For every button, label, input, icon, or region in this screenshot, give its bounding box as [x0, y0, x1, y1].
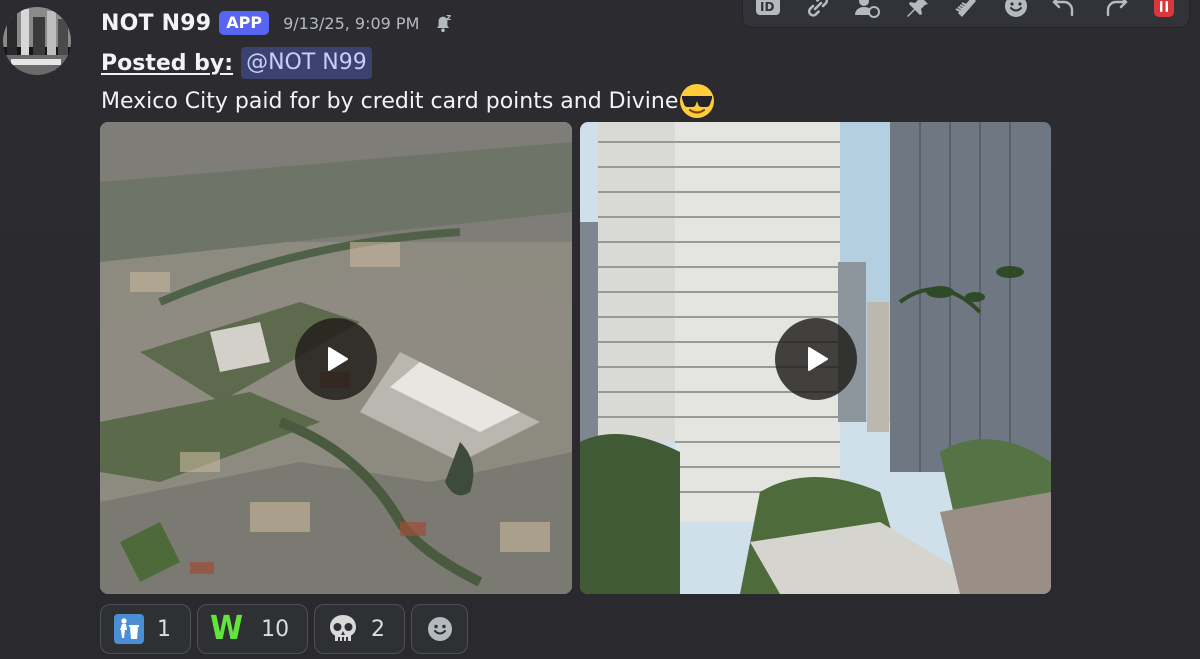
username[interactable]: NOT N99	[101, 11, 211, 36]
user-mention[interactable]: @NOT N99	[241, 47, 372, 79]
reaction-count: 10	[261, 616, 290, 642]
play-button[interactable]	[774, 318, 857, 400]
video-attachment-towers[interactable]	[580, 122, 1051, 594]
avatar-image	[3, 7, 71, 75]
add-reaction-icon	[427, 617, 452, 641]
skull-icon	[330, 615, 356, 641]
delete-icon[interactable]	[1149, 0, 1179, 21]
link-icon[interactable]	[803, 0, 833, 21]
pin-icon[interactable]	[902, 0, 932, 21]
message-toolbar: ID	[742, 0, 1190, 28]
w-letter-icon: W	[210, 609, 244, 648]
reaction-skull[interactable]: 2	[314, 604, 405, 654]
add-reaction-button[interactable]	[411, 604, 468, 654]
posted-by-line: Posted by: @NOT N99	[101, 46, 372, 80]
play-button[interactable]	[295, 318, 377, 400]
reaction-count: 2	[371, 616, 385, 642]
message-header: NOT N99 APP 9/13/25, 9:09 PM z	[101, 6, 455, 40]
reactions-bar: 1 W 10 2	[100, 604, 468, 656]
timestamp[interactable]: 9/13/25, 9:09 PM	[283, 14, 419, 33]
forward-icon[interactable]	[1100, 0, 1130, 21]
reaction-trash-person[interactable]: 1	[100, 604, 191, 654]
id-icon[interactable]: ID	[753, 0, 783, 21]
play-icon	[807, 347, 828, 371]
comb-icon[interactable]	[951, 0, 981, 21]
svg-text:ID: ID	[760, 0, 774, 14]
svg-text:z: z	[446, 13, 451, 23]
trash-person-icon	[114, 614, 144, 644]
add-reaction-icon[interactable]	[1001, 0, 1031, 21]
user-refresh-icon[interactable]	[852, 0, 882, 21]
message-view: NOT N99 APP 9/13/25, 9:09 PM z ID Posted…	[0, 0, 1200, 659]
message-text: Mexico City paid for by credit card poin…	[101, 88, 679, 114]
message-content: Mexico City paid for by credit card poin…	[101, 84, 716, 118]
reaction-w[interactable]: W 10	[197, 604, 308, 654]
bell-snooze-icon: z	[431, 11, 455, 35]
reply-icon[interactable]	[1050, 0, 1080, 21]
posted-by-label: Posted by:	[101, 50, 234, 76]
reaction-count: 1	[157, 616, 171, 642]
video-attachment-aerial[interactable]	[100, 122, 572, 594]
smiling-face-with-sunglasses-icon	[678, 82, 716, 120]
app-badge: APP	[219, 11, 270, 35]
play-icon	[328, 347, 348, 371]
avatar[interactable]	[3, 7, 71, 75]
